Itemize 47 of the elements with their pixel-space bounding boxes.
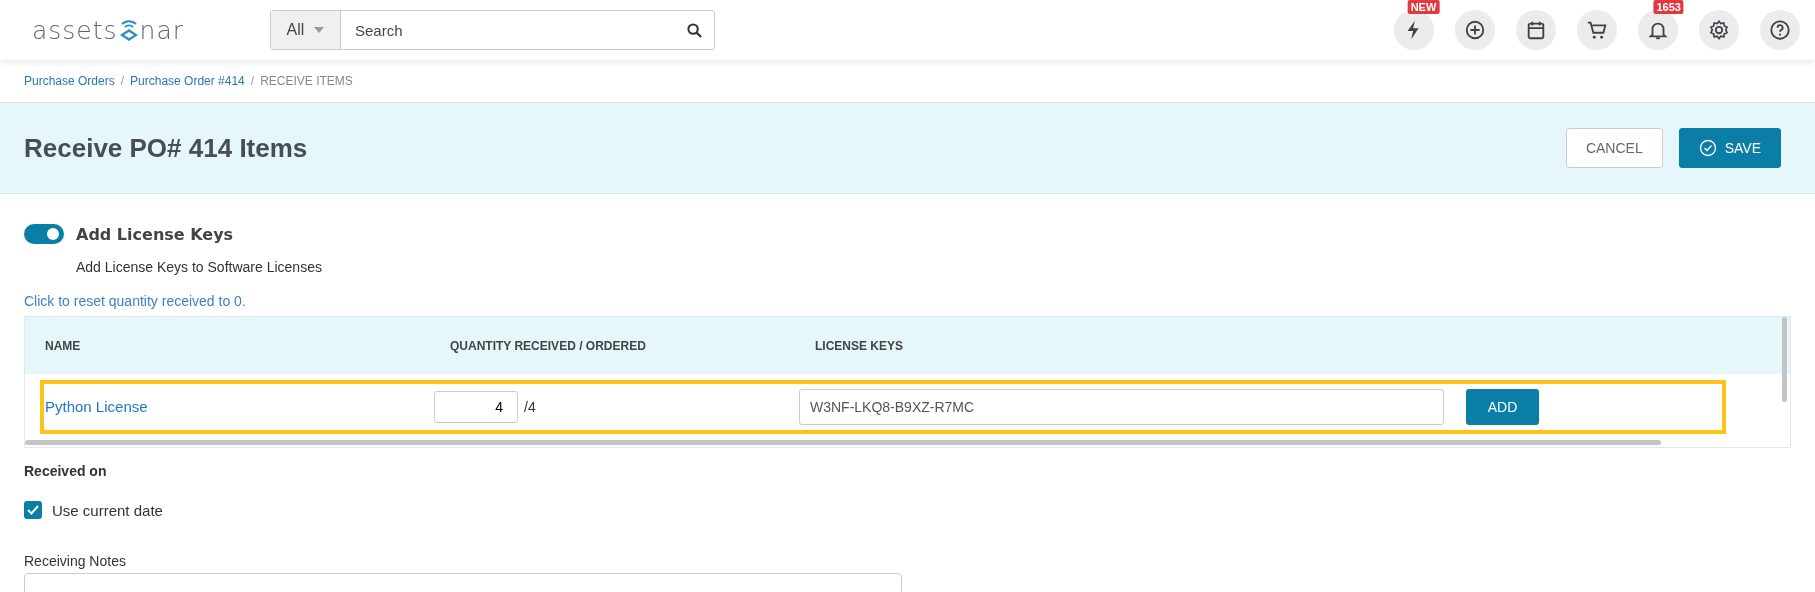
breadcrumb-separator: / [120,74,125,88]
check-circle-icon [1698,139,1717,157]
breadcrumb-separator: / [250,74,255,88]
bell-button[interactable] [1638,10,1678,50]
logo-text: assets [32,15,118,45]
license-key-field[interactable]: W3NF-LKQ8-B9XZ-R7MC [799,389,1444,425]
page-title: Receive PO# 414 Items [24,132,309,164]
breadcrumb-link[interactable]: Purchase Orders [24,74,115,88]
toggle-description: Add License Keys to Software Licenses [76,259,323,275]
quantity-field[interactable]: 4 [434,391,518,423]
column-header: NAME [44,338,82,353]
reset-link[interactable]: Click to reset quantity received to 0. [24,293,246,309]
section-label: Received on [24,463,108,479]
cancel-button[interactable]: CANCEL [1565,128,1663,168]
logo-text: nar [139,15,185,45]
bolt-button[interactable] [1394,10,1434,50]
cart-button[interactable] [1577,10,1617,50]
notification-badge: 1653 [1653,0,1684,14]
search-bar[interactable]: All Search [270,10,715,50]
checkbox-label: Use current date [52,501,163,519]
help-button[interactable] [1760,10,1800,50]
calendar-button[interactable] [1516,10,1556,50]
column-header: QUANTITY RECEIVED / ORDERED [449,338,647,353]
add-button[interactable] [1455,10,1495,50]
caret-icon [314,27,325,33]
scope-dropdown[interactable]: All [271,11,341,49]
add-button[interactable]: ADD [1466,389,1539,425]
ordered-quantity: /4 [524,399,536,415]
checkbox[interactable] [24,501,42,519]
scrollbar[interactable] [1782,317,1787,402]
settings-button[interactable] [1699,10,1739,50]
toggle-switch[interactable] [24,224,64,244]
calendar-icon [1525,19,1547,41]
notification-badge: NEW [1407,0,1440,14]
scrollbar[interactable] [25,440,1661,445]
save-button[interactable]: SAVE [1678,128,1781,168]
add-icon [1464,19,1486,41]
breadcrumb-link[interactable]: Purchase Order #414 [130,74,245,88]
help-icon [1769,19,1791,41]
field-label: Receiving Notes [24,553,127,569]
cart-icon [1586,19,1608,41]
search-icon[interactable] [687,22,702,38]
item-link[interactable]: Python License [44,398,148,415]
breadcrumb-current: RECEIVE ITEMS [260,74,353,88]
settings-icon [1708,19,1730,41]
column-header: LICENSE KEYS [814,338,905,353]
toggle-label: Add License Keys [76,224,234,244]
